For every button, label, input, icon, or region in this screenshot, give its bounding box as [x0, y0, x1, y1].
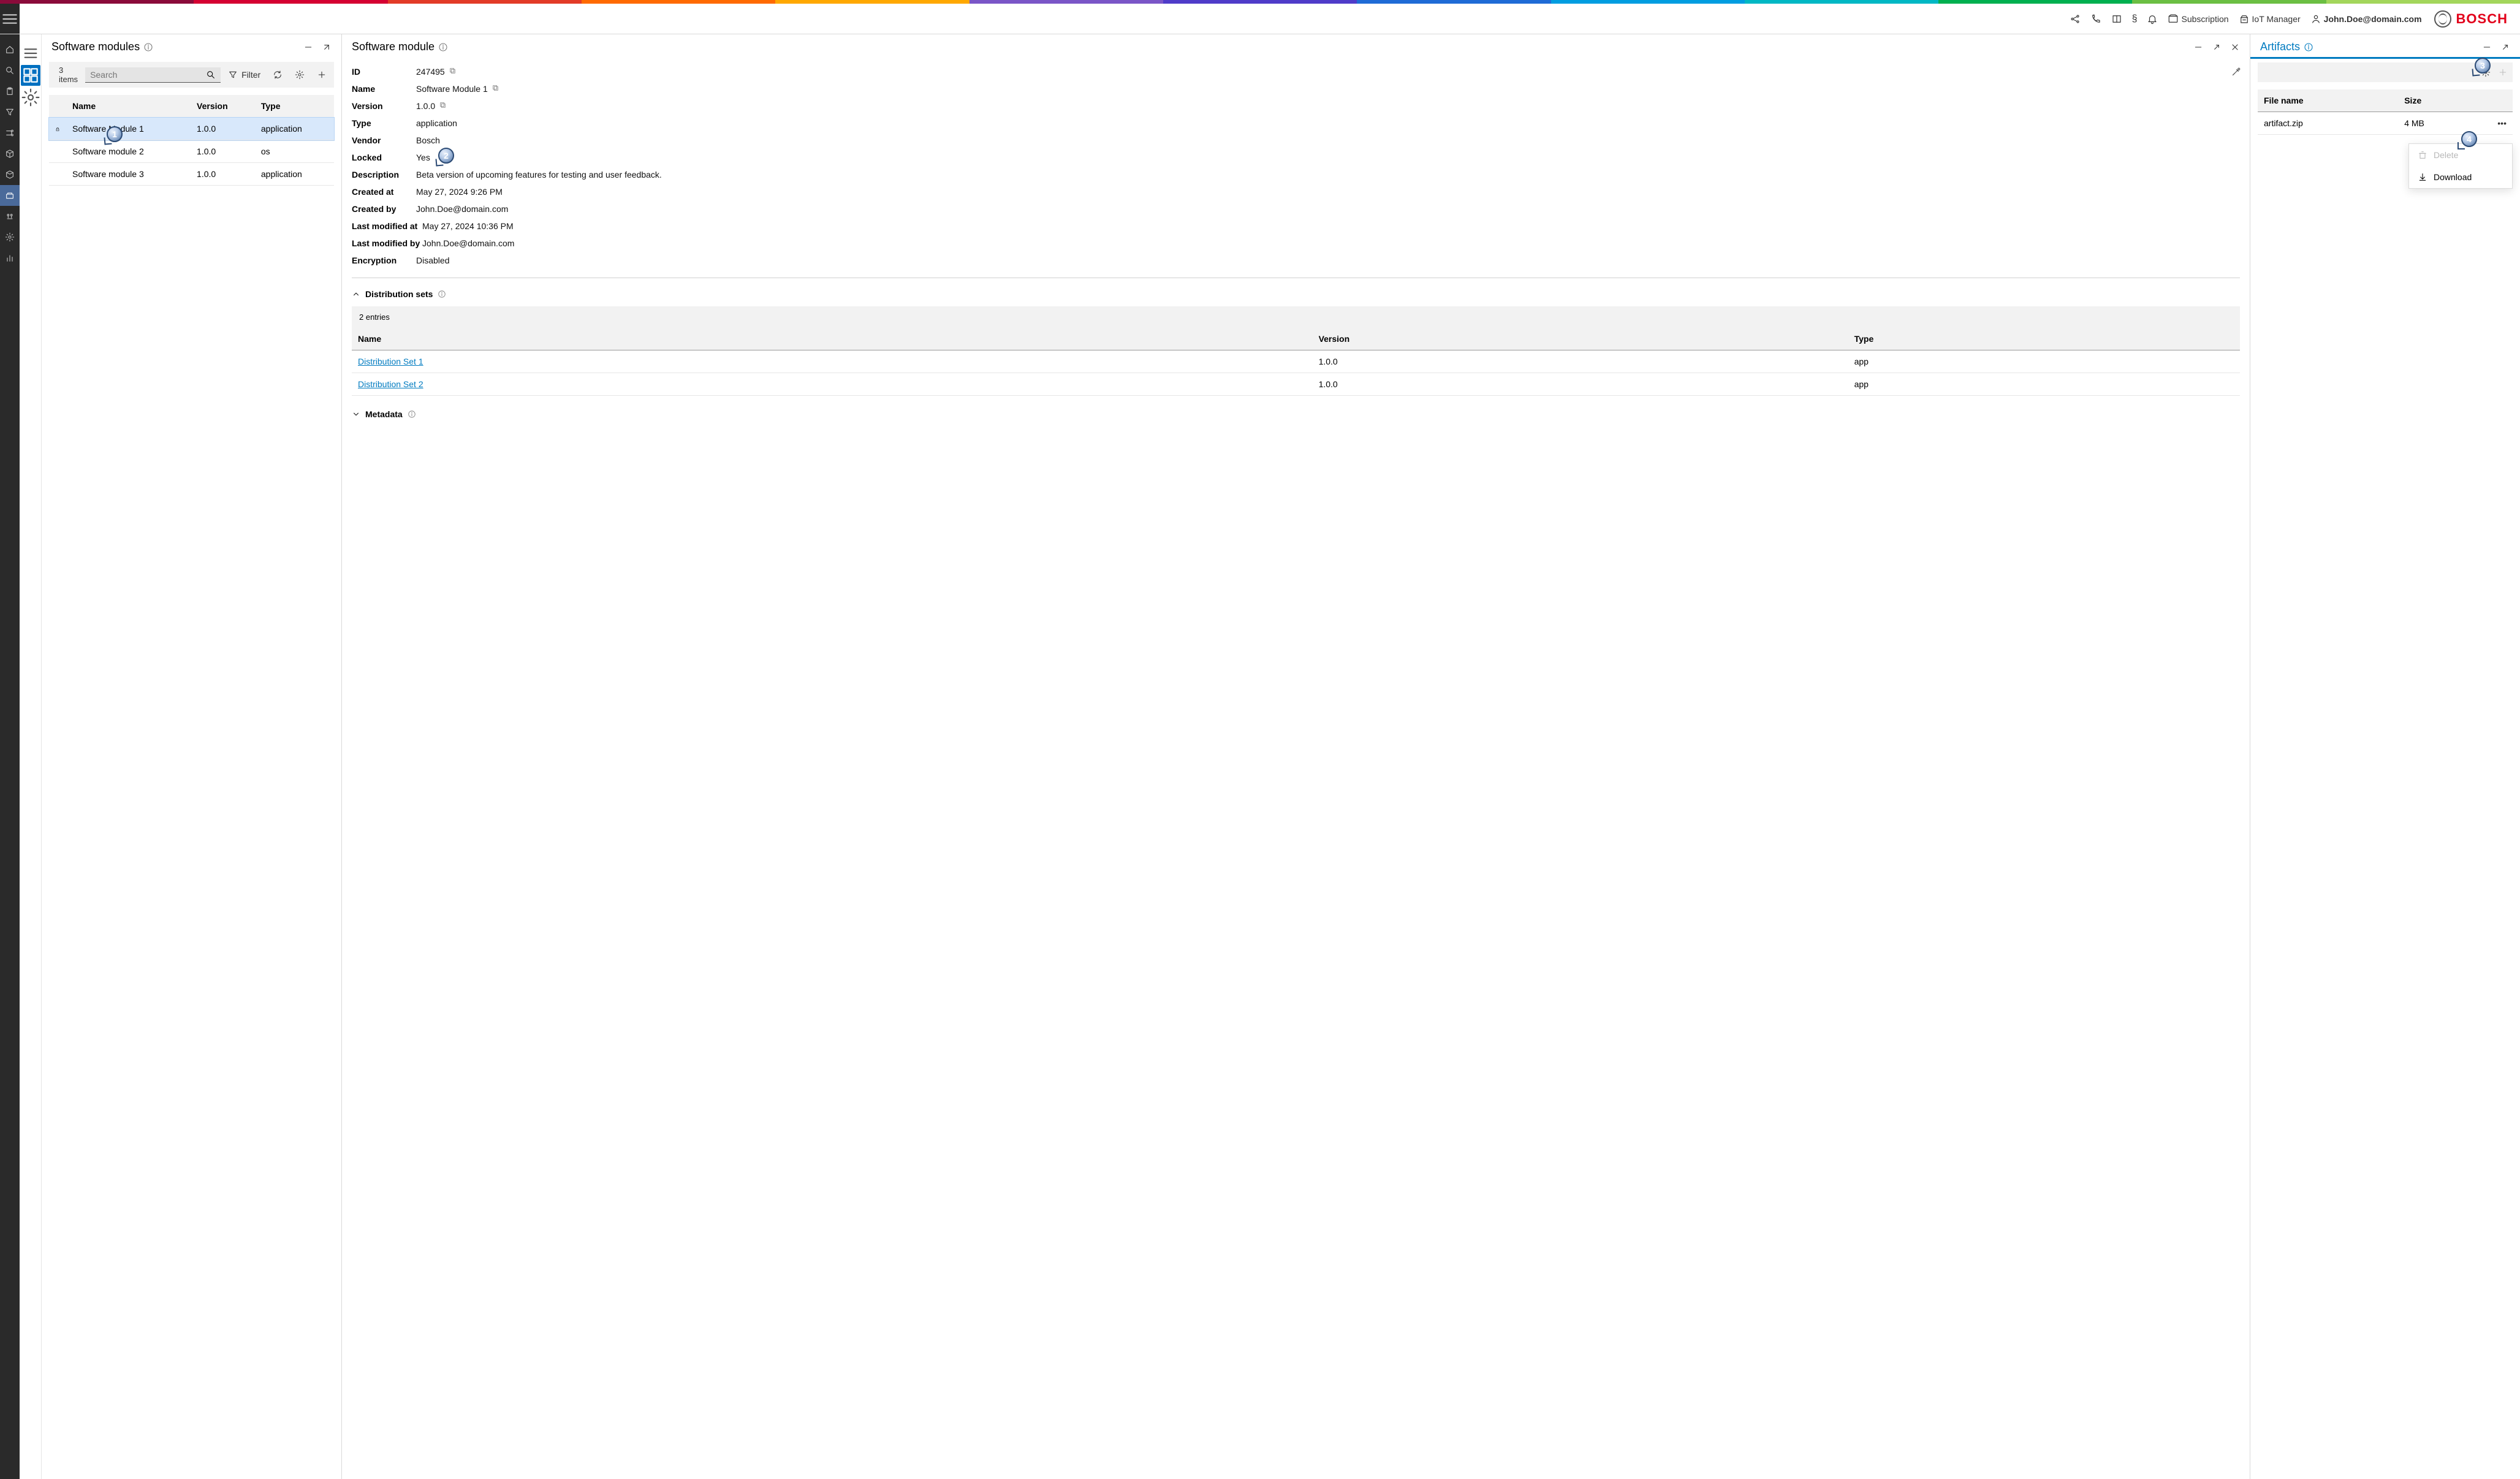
tools-icon[interactable]: [2230, 67, 2241, 80]
table-row[interactable]: Software Module 1 1.0.0 application: [49, 118, 334, 140]
sub-rail: [20, 34, 42, 1479]
col-version[interactable]: Version: [191, 95, 255, 118]
phone-icon[interactable]: [2090, 13, 2101, 25]
subrail-grid-icon[interactable]: [21, 65, 40, 86]
chevron-up-icon: [352, 290, 360, 298]
panel-artifacts: Artifacts File name Size art: [2250, 34, 2520, 1479]
panel-title: Software module: [352, 40, 435, 53]
artifacts-table: File name Size artifact.zip 4 MB •••: [2258, 89, 2513, 135]
rail-package-icon[interactable]: [0, 143, 20, 164]
minimize-icon[interactable]: [303, 42, 313, 52]
table-row[interactable]: Distribution Set 11.0.0app: [352, 350, 2240, 373]
top-bar: § Subscription IoT Manager John.Doe@doma…: [0, 4, 2520, 34]
copy-icon[interactable]: [491, 84, 499, 92]
left-rail: [0, 34, 20, 1479]
info-icon[interactable]: [2304, 42, 2313, 52]
table-row[interactable]: Distribution Set 21.0.0app: [352, 373, 2240, 396]
dist-link[interactable]: Distribution Set 1: [358, 357, 423, 366]
search-field[interactable]: [85, 67, 221, 83]
info-icon[interactable]: [438, 42, 448, 52]
refresh-button[interactable]: [268, 66, 287, 83]
distribution-sets-table: Name Version Type Distribution Set 11.0.…: [352, 328, 2240, 396]
subrail-burger-icon[interactable]: [21, 43, 40, 64]
callout-3: 3: [2475, 58, 2491, 74]
add-button: [2498, 67, 2508, 77]
dist-link[interactable]: Distribution Set 2: [358, 379, 423, 389]
metadata-toggle[interactable]: Metadata: [352, 407, 2240, 422]
callout-1: 1: [107, 126, 123, 142]
book-icon[interactable]: [2111, 13, 2122, 25]
bosch-ring-icon: [2434, 10, 2451, 28]
user-account[interactable]: John.Doe@domain.com: [2310, 13, 2422, 25]
rail-stats-icon[interactable]: [0, 248, 20, 268]
subscription-link[interactable]: Subscription: [2168, 13, 2228, 25]
modules-table: Name Version Type Software Module 1 1.0.…: [49, 95, 334, 186]
add-button[interactable]: [312, 66, 332, 83]
settings-button[interactable]: [290, 66, 309, 83]
copy-icon[interactable]: [439, 101, 447, 109]
expand-icon[interactable]: [2500, 42, 2510, 52]
distribution-sets-toggle[interactable]: Distribution sets: [352, 287, 2240, 301]
subrail-gear-icon[interactable]: [21, 87, 40, 108]
share-icon[interactable]: [2070, 13, 2081, 25]
rail-modules-icon[interactable]: [0, 185, 20, 206]
table-row[interactable]: Software module 2 1.0.0 os: [49, 140, 334, 163]
col-type[interactable]: Type: [255, 95, 334, 118]
callout-4: 4: [2461, 131, 2477, 147]
table-row[interactable]: Software module 3 1.0.0 application: [49, 163, 334, 186]
search-icon: [206, 70, 216, 80]
info-icon[interactable]: [438, 290, 446, 298]
expand-icon[interactable]: [2212, 42, 2222, 52]
panel-title: Software modules: [51, 40, 140, 53]
copy-icon[interactable]: [449, 67, 457, 75]
info-icon[interactable]: [143, 42, 153, 52]
chevron-down-icon: [352, 410, 360, 418]
item-count: 3 items: [54, 66, 83, 84]
rail-search-icon[interactable]: [0, 60, 20, 81]
filter-button[interactable]: Filter: [223, 66, 265, 83]
artifact-context-menu: Delete Download: [2408, 143, 2513, 189]
search-input[interactable]: [90, 70, 201, 80]
minimize-icon[interactable]: [2482, 42, 2492, 52]
rail-package2-icon[interactable]: [0, 164, 20, 185]
iot-manager-link[interactable]: IoT Manager: [2239, 13, 2301, 25]
lock-icon: [49, 118, 66, 140]
global-menu-button[interactable]: [0, 4, 20, 34]
panel-software-module-detail: Software module ID247495 NameSoftware Mo…: [342, 34, 2250, 1479]
info-icon[interactable]: [408, 410, 416, 418]
table-row[interactable]: artifact.zip 4 MB •••: [2258, 112, 2513, 135]
rail-robot-icon[interactable]: [0, 206, 20, 227]
panel-software-modules: Software modules 3 items Filter: [42, 34, 342, 1479]
more-actions-icon[interactable]: •••: [2497, 118, 2507, 128]
col-name[interactable]: Name: [66, 95, 191, 118]
download-menu-item[interactable]: Download: [2409, 166, 2512, 188]
rail-settings-icon[interactable]: [0, 227, 20, 248]
paragraph-icon[interactable]: §: [2132, 13, 2138, 25]
modules-toolbar: 3 items Filter: [49, 62, 334, 88]
callout-2: 2: [438, 148, 454, 164]
rail-clipboard-icon[interactable]: [0, 81, 20, 102]
rail-home-icon[interactable]: [0, 39, 20, 60]
panel-title: Artifacts: [2260, 40, 2300, 53]
minimize-icon[interactable]: [2193, 42, 2203, 52]
rail-flow-icon[interactable]: [0, 123, 20, 143]
brand-logo: BOSCH: [2434, 10, 2508, 28]
expand-icon[interactable]: [322, 42, 332, 52]
rail-filter-icon[interactable]: [0, 102, 20, 123]
bell-icon[interactable]: [2147, 13, 2158, 25]
dist-entries-count: 2 entries: [352, 306, 2240, 328]
close-icon[interactable]: [2230, 42, 2240, 52]
